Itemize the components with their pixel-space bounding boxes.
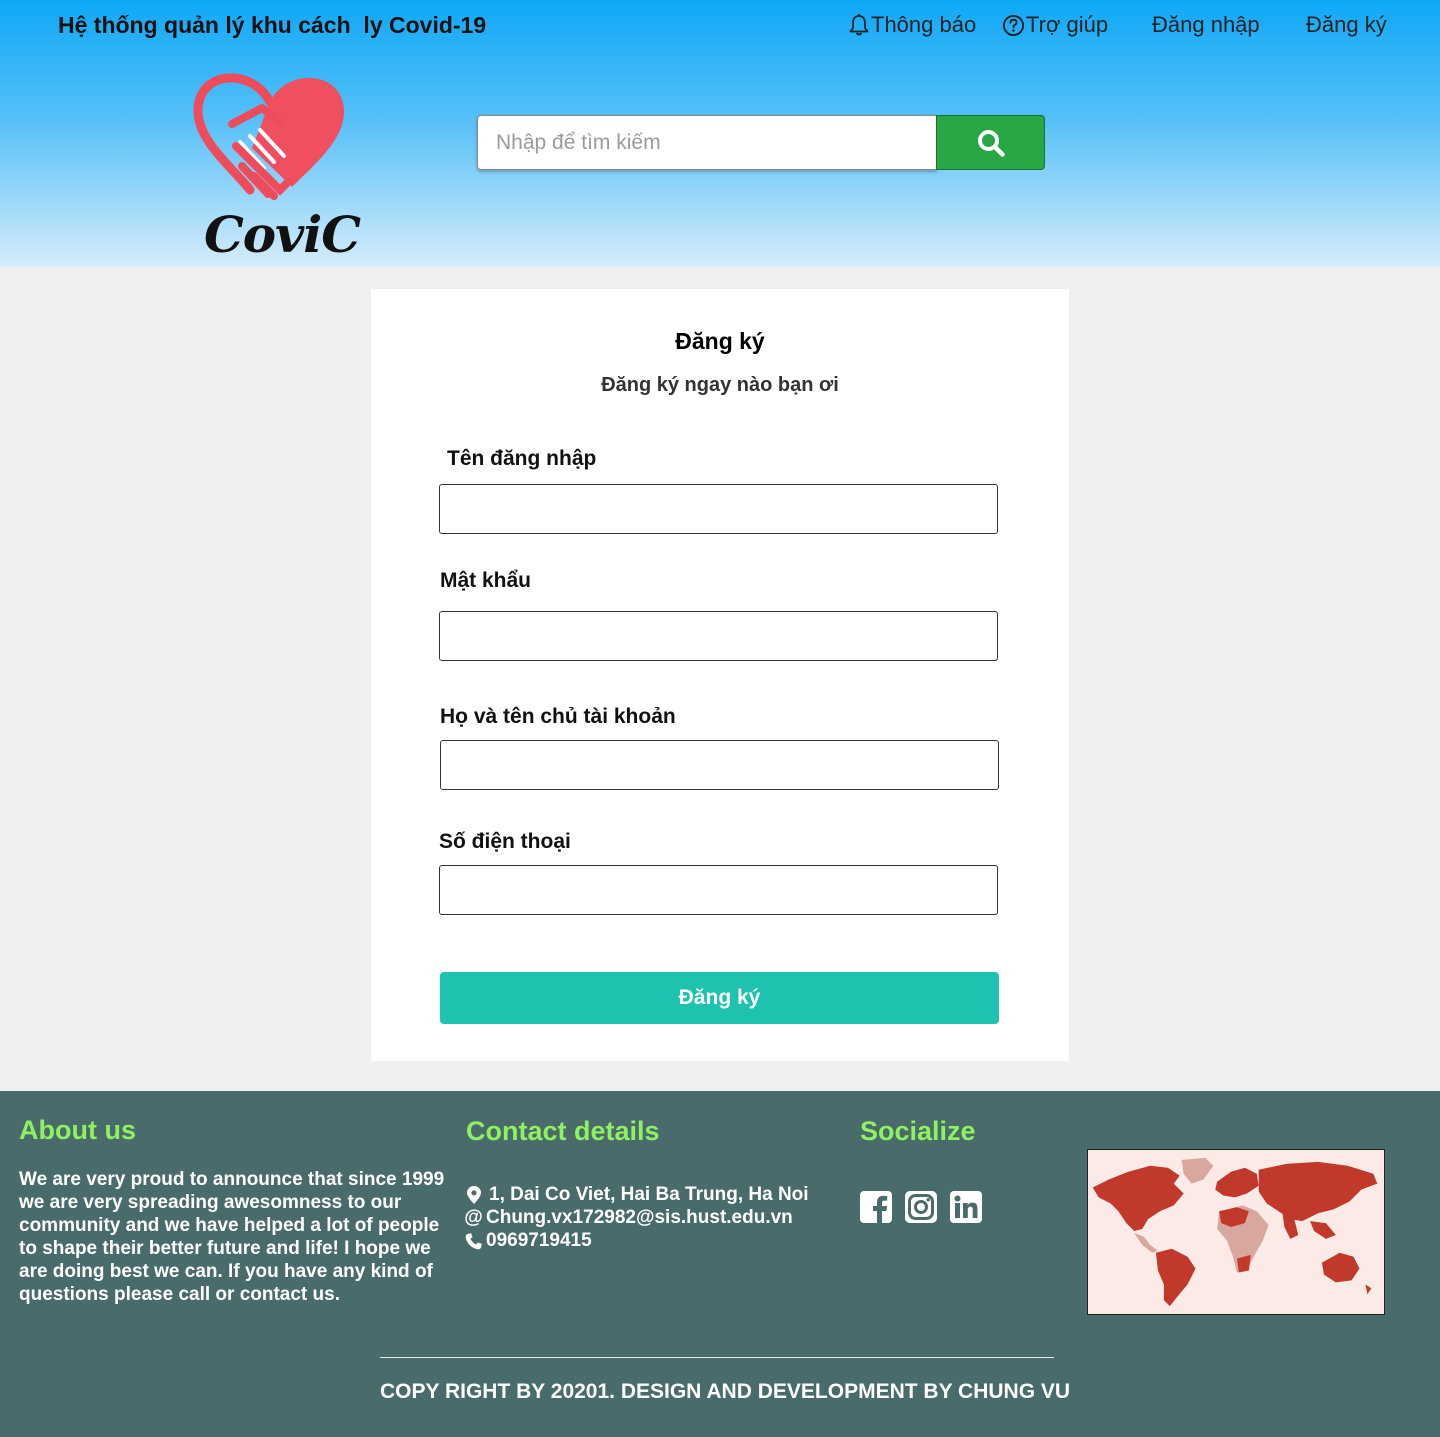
password-input[interactable] [439,611,998,661]
form-title: Đăng ký [675,328,765,354]
nav-login-label: Đăng nhập [1152,12,1260,37]
fullname-label: Họ và tên chủ tài khoản [440,705,676,728]
search-input[interactable] [477,115,937,170]
contact-email[interactable]: @ Chung.vx172982@sis.hust.edu.vn [463,1207,793,1229]
username-label: Tên đăng nhập [447,447,597,470]
contact-phone[interactable]: 0969719415 [463,1230,592,1252]
contact-phone-text: 0969719415 [486,1230,592,1251]
form-subtitle: Đăng ký ngay nào bạn ơi [601,374,839,396]
site-title: Hệ thống quản lý khu cách ly Covid-19 [58,12,487,38]
password-label: Mật khẩu [440,569,532,592]
contact-email-text: Chung.vx172982@sis.hust.edu.vn [486,1207,793,1228]
header: Hệ thống quản lý khu cách ly Covid-19 Th… [0,0,1440,267]
facebook-icon[interactable] [859,1190,893,1224]
linkedin-icon[interactable] [949,1190,983,1224]
phone-input[interactable] [439,865,998,915]
contact-address: 1, Dai Co Viet, Hai Ba Trung, Ha Noi [463,1184,809,1206]
contact-heading: Contact details [466,1116,660,1146]
instagram-icon[interactable] [904,1190,938,1224]
search-icon [977,129,1005,157]
username-input[interactable] [439,484,998,534]
footer-divider [380,1357,1054,1358]
nav-help[interactable]: Trợ giúp [1002,12,1108,38]
map-marker-icon [463,1186,484,1204]
nav-register-label: Đăng ký [1306,12,1387,37]
nav-register[interactable]: Đăng ký [1306,12,1387,38]
socialize-heading: Socialize [860,1116,976,1146]
at-sign-icon: @ [464,1207,483,1228]
nav-notifications[interactable]: Thông báo [848,12,976,38]
world-map-image [1087,1149,1385,1315]
nav-notifications-label: Thông báo [871,12,977,37]
search-button[interactable] [936,115,1045,170]
about-text: We are very proud to announce that since… [19,1169,445,1305]
register-card [371,289,1069,1061]
register-submit-button[interactable]: Đăng ký [440,972,999,1024]
brand-name: CoviC [204,205,361,264]
nav-login[interactable]: Đăng nhập [1152,12,1260,38]
phone-label: Số điện thoại [439,830,571,853]
contact-address-text: 1, Dai Co Viet, Hai Ba Trung, Ha Noi [489,1184,809,1205]
bell-icon [849,14,869,36]
about-heading: About us [19,1115,136,1145]
question-circle-icon [1002,14,1025,36]
nav-help-label: Trợ giúp [1026,12,1109,37]
phone-icon [463,1232,484,1250]
fullname-input[interactable] [440,740,999,790]
copyright-text: COPY RIGHT BY 20201. DESIGN AND DEVELOPM… [380,1380,1071,1403]
